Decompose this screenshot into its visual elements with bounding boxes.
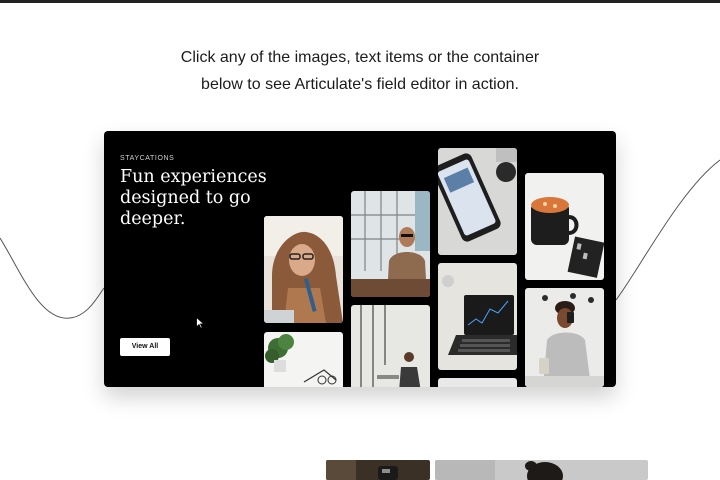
eyebrow-label[interactable]: STAYCATIONS xyxy=(120,155,174,162)
photo-phone-on-table[interactable] xyxy=(438,148,517,255)
view-all-button[interactable]: View All xyxy=(120,338,170,356)
intro-line-2: below to see Articulate's field editor i… xyxy=(201,76,519,93)
photo-person-in-room[interactable] xyxy=(351,305,430,387)
photo-laptop-chart[interactable] xyxy=(438,263,517,370)
card-headline[interactable]: Fun experiences designed to go deeper. xyxy=(120,167,270,230)
photo-man-by-window[interactable] xyxy=(351,191,430,297)
photo-bottom-right[interactable] xyxy=(435,460,648,480)
intro-text: Click any of the images, text items or t… xyxy=(0,44,720,98)
staycations-container[interactable]: STAYCATIONS Fun experiences designed to … xyxy=(104,131,616,387)
photo-woman-with-phone[interactable] xyxy=(525,288,604,387)
photo-soup-bowl[interactable] xyxy=(525,173,604,280)
mouse-pointer-icon xyxy=(196,317,205,329)
photo-plant-desk[interactable] xyxy=(264,332,343,387)
intro-line-1: Click any of the images, text items or t… xyxy=(180,49,540,66)
photo-partial-bottom[interactable] xyxy=(438,378,517,387)
photo-woman-with-glasses[interactable] xyxy=(264,216,343,323)
photo-bottom-left[interactable] xyxy=(326,460,430,480)
